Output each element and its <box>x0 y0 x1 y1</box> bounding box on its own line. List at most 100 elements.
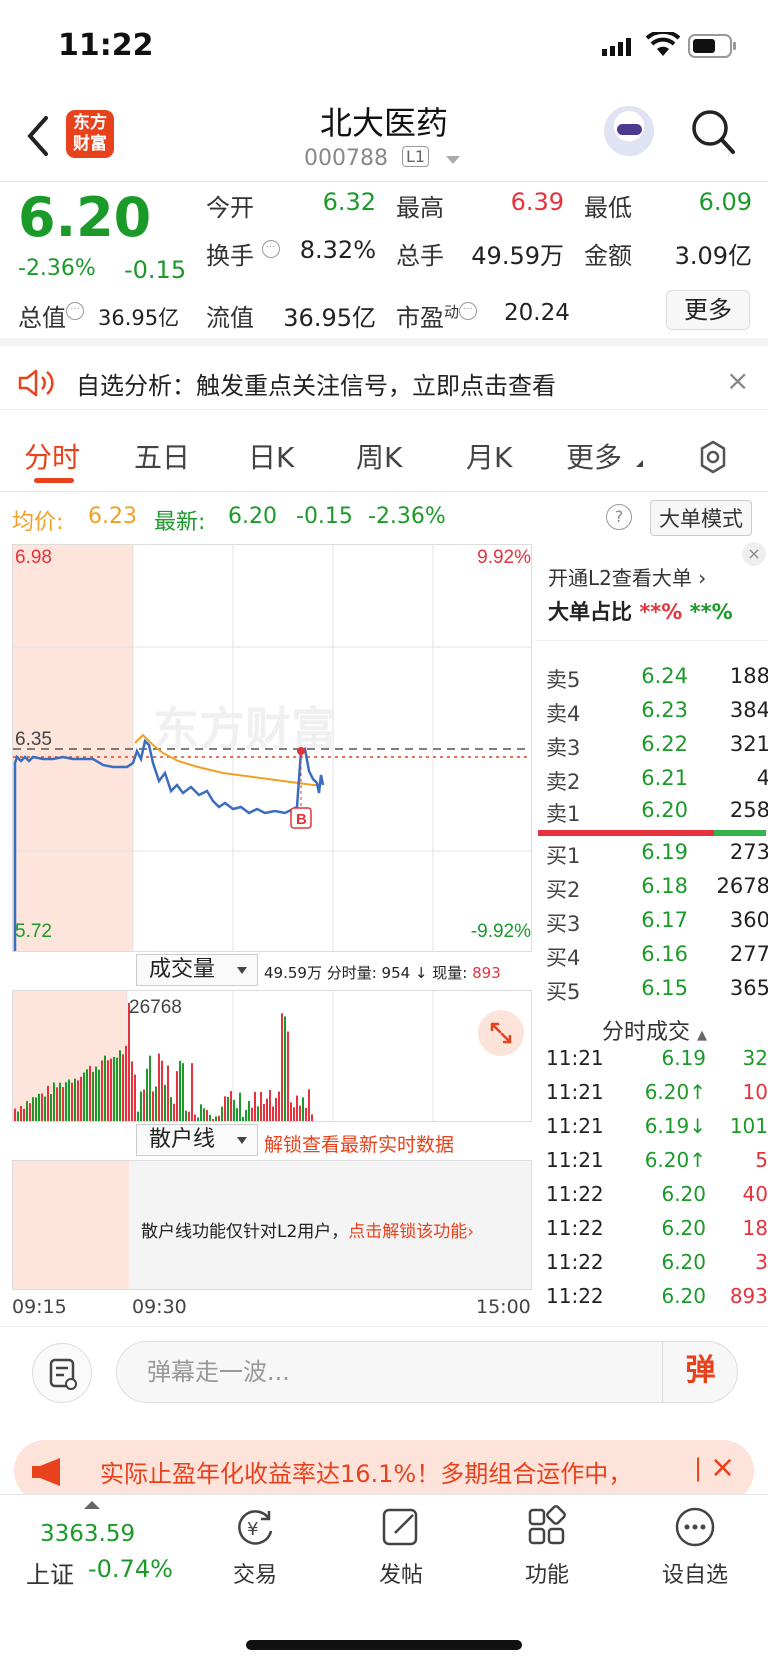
bid-row[interactable]: 买1 6.19 273 <box>546 840 768 874</box>
volume-toolbar: 成交量 49.59万 分时量: 954 ↓ 现量: 893 <box>12 952 532 990</box>
volume-bar <box>191 1063 193 1121</box>
ask-row[interactable]: 卖5 6.24 188 <box>546 664 768 698</box>
alert-bar[interactable]: 自选分析：触发重点关注信号，立即点击查看 × <box>0 354 768 410</box>
volume-bar <box>131 1061 133 1121</box>
tab-intraday[interactable]: 分时 <box>24 436 80 476</box>
tab-daily-k[interactable]: 日K <box>248 436 294 476</box>
turnover-value: 8.32% <box>299 236 376 264</box>
nav-trade[interactable]: ¥ 交易 <box>200 1505 310 1589</box>
bid-row[interactable]: 买2 6.18 2678 <box>546 874 768 908</box>
volume-value: 49.59万 <box>471 242 564 270</box>
volume-bar <box>176 1071 178 1121</box>
amount-label: 金额 <box>584 242 632 270</box>
tab-monthly-k[interactable]: 月K <box>466 436 512 476</box>
latest-change-pct: -2.36% <box>368 504 446 529</box>
chevron-right-icon: › <box>698 566 707 590</box>
volume-bar <box>203 1108 205 1121</box>
volume-bar <box>302 1097 304 1121</box>
more-button[interactable]: 更多 <box>666 290 750 330</box>
volume-bar <box>263 1104 265 1121</box>
volume-bar <box>260 1092 262 1121</box>
bid-row[interactable]: 买5 6.15 365 <box>546 976 768 1010</box>
bid-label: 买2 <box>546 878 581 902</box>
big-order-mode-button[interactable]: 大单模式 <box>650 500 752 536</box>
info-icon[interactable]: ··· <box>459 302 478 320</box>
high-label: 最高 <box>396 194 444 222</box>
expand-icon[interactable] <box>478 1010 524 1056</box>
promo-banner[interactable]: 实际止盈年化收益率达16.1%！多期组合运作中， | × <box>14 1440 754 1502</box>
big-order-ratio-sell: **% <box>689 600 733 624</box>
current-price: 6.20 <box>18 186 152 249</box>
close-icon[interactable]: × <box>726 364 749 397</box>
tab-five-day[interactable]: 五日 <box>134 436 190 476</box>
volume-indicator-select[interactable]: 成交量 <box>136 954 258 986</box>
volume-bar <box>41 1093 43 1121</box>
close-icon[interactable]: × <box>742 542 766 566</box>
bid-row[interactable]: 买3 6.17 360 <box>546 908 768 942</box>
l2-upgrade-link[interactable]: 开通L2查看大单 › <box>548 562 706 591</box>
ask-row[interactable]: 卖1 6.20 258 <box>546 798 768 832</box>
low-label: 最低 <box>584 194 632 222</box>
volume-bar <box>128 1003 130 1121</box>
gear-icon[interactable] <box>696 440 730 474</box>
close-icon[interactable]: × <box>710 1450 735 1485</box>
bid-label: 买5 <box>546 980 581 1004</box>
ask-row[interactable]: 卖2 6.21 4 <box>546 766 768 800</box>
low-value: 6.09 <box>698 188 752 216</box>
latest-change: -0.15 <box>296 504 353 529</box>
note-icon[interactable] <box>32 1343 92 1403</box>
retail-unlock-link[interactable]: 解锁查看最新实时数据 <box>264 1130 454 1157</box>
intraday-price-chart[interactable]: 东方财富 B 6.98 6.35 5.72 9.92% -9.92% <box>12 544 532 952</box>
tick-price: 6.20 <box>661 1216 706 1240</box>
tab-weekly-k[interactable]: 周K <box>356 436 402 476</box>
ask-row[interactable]: 卖3 6.22 321 <box>546 732 768 766</box>
time-axis: 09:15 09:30 15:00 <box>12 1296 532 1326</box>
back-icon[interactable] <box>24 114 54 158</box>
time-open: 09:30 <box>132 1296 187 1318</box>
volume-chart[interactable]: 26768 <box>12 990 532 1122</box>
promo-text: 实际止盈年化收益率达16.1%！多期组合运作中， <box>100 1460 633 1488</box>
retail-line-select[interactable]: 散户线 <box>136 1124 258 1156</box>
ask-label: 卖1 <box>546 802 581 826</box>
nav-functions[interactable]: 功能 <box>492 1505 602 1589</box>
ask-price: 6.22 <box>641 732 688 756</box>
robot-assistant-icon[interactable] <box>604 106 654 156</box>
retail-unlock-button[interactable]: 点击解锁该功能 <box>348 1222 467 1242</box>
caret-up-icon: ▲ <box>697 1028 708 1043</box>
volume-info-text: 49.59万 分时量: 954 ↓ 现量: <box>264 964 468 982</box>
level-badge[interactable]: L1 <box>402 146 430 167</box>
tick-time: 11:22 <box>546 1284 604 1308</box>
nav-watchlist[interactable]: 设自选 <box>640 1505 750 1589</box>
bid-row[interactable]: 买4 6.16 277 <box>546 942 768 976</box>
tick-trades-header[interactable]: 分时成交 ▲ <box>602 1014 707 1046</box>
danmu-button[interactable]: 弹 <box>662 1341 738 1403</box>
volume-bar <box>257 1106 259 1121</box>
volume-bar <box>224 1096 226 1121</box>
info-icon[interactable]: ··· <box>261 240 280 258</box>
search-icon[interactable] <box>690 108 736 156</box>
help-icon[interactable]: ? <box>606 504 632 530</box>
stock-header: 东方 财富 北大医药 000788 L1 <box>0 92 768 182</box>
danmu-input[interactable]: 弹幕走一波... <box>116 1341 738 1403</box>
float-value: 36.95亿 <box>283 304 376 332</box>
volume-bar <box>275 1097 277 1121</box>
index-name[interactable]: 上证 <box>26 1555 74 1590</box>
volume-bar <box>56 1087 58 1121</box>
tick-price: 6.20 <box>661 1284 706 1308</box>
volume-bar <box>101 1060 103 1121</box>
ask-label: 卖5 <box>546 668 581 692</box>
volume-bar <box>146 1068 148 1121</box>
tick-price: 6.20 <box>661 1250 706 1274</box>
volume-bar <box>116 1057 118 1121</box>
index-value[interactable]: 3363.59 <box>40 1521 135 1547</box>
info-icon[interactable]: ··· <box>66 302 84 320</box>
mktcap-label-text: 总值 <box>18 304 66 332</box>
svg-text:¥: ¥ <box>247 1519 258 1540</box>
tab-more[interactable]: 更多 <box>566 436 622 476</box>
more-circle-icon <box>675 1507 715 1547</box>
nav-watchlist-label: 设自选 <box>661 1563 728 1588</box>
ask-row[interactable]: 卖4 6.23 384 <box>546 698 768 732</box>
nav-post[interactable]: 发帖 <box>346 1505 456 1589</box>
index-change[interactable]: -0.74% <box>88 1555 173 1583</box>
chevron-down-icon[interactable] <box>446 156 460 164</box>
